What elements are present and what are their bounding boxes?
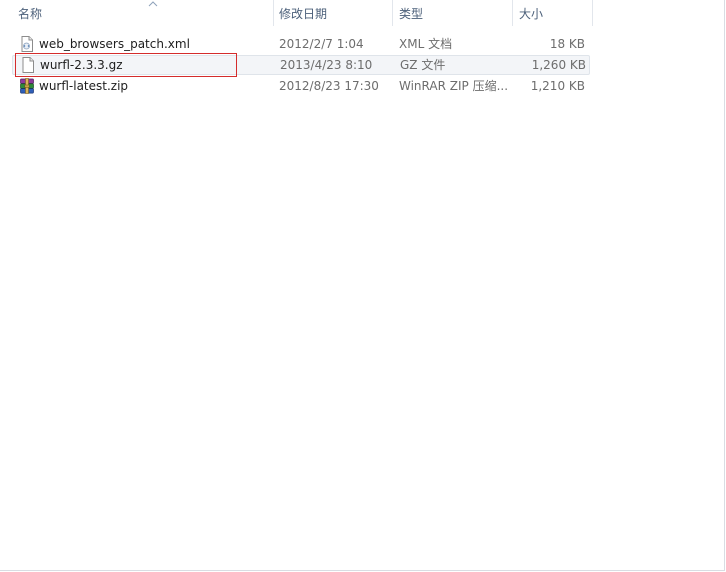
file-type: GZ 文件: [400, 58, 446, 72]
file-size: 1,260 KB: [531, 58, 586, 72]
file-name: wurfl-latest.zip: [39, 79, 129, 93]
column-header-date-modified[interactable]: 修改日期: [273, 0, 393, 26]
column-header-bar: 名称 修改日期 类型 大小: [0, 0, 593, 26]
file-type: XML 文档: [399, 37, 453, 51]
column-header-name[interactable]: 名称: [12, 0, 274, 26]
file-name: web_browsers_patch.xml: [39, 37, 190, 51]
file-size: 1,210 KB: [530, 79, 585, 93]
sort-ascending-icon: [148, 1, 158, 7]
file-row-wurfl-latest-zip[interactable]: wurfl-latest.zip 2012/8/23 17:30 WinRAR …: [12, 76, 590, 96]
column-header-size[interactable]: 大小: [513, 0, 593, 26]
xml-document-icon: [21, 36, 33, 52]
file-date-modified: 2012/2/7 1:04: [279, 37, 364, 51]
column-header-size-label: 大小: [519, 7, 544, 21]
file-date-modified: 2013/4/23 8:10: [280, 58, 373, 72]
file-row-web-browsers-patch[interactable]: web_browsers_patch.xml 2012/2/7 1:04 XML…: [12, 34, 590, 54]
file-row-wurfl-gz[interactable]: wurfl-2.3.3.gz 2013/4/23 8:10 GZ 文件 1,26…: [12, 55, 590, 75]
column-header-date-label: 修改日期: [279, 7, 328, 21]
winrar-archive-icon: [20, 78, 34, 94]
file-name: wurfl-2.3.3.gz: [40, 58, 123, 72]
file-date-modified: 2012/8/23 17:30: [279, 79, 379, 93]
generic-file-icon: [22, 57, 34, 73]
file-type: WinRAR ZIP 压缩...: [399, 79, 509, 93]
column-header-type[interactable]: 类型: [393, 0, 513, 26]
file-size: 18 KB: [549, 37, 585, 51]
column-header-name-label: 名称: [18, 7, 43, 21]
column-header-type-label: 类型: [399, 7, 424, 21]
explorer-file-list: 名称 修改日期 类型 大小 web_browsers_patch.xml 201…: [0, 0, 725, 571]
